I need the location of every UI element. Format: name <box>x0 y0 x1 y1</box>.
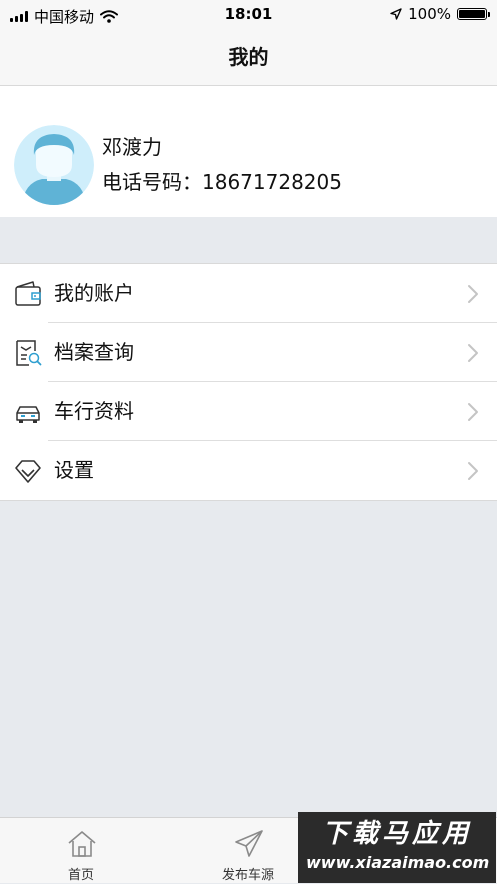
chevron-right-icon <box>468 462 478 480</box>
menu-list: 我的账户 档案查询 车行资料 设置 <box>0 263 497 501</box>
menu-item-account[interactable]: 我的账户 <box>0 264 497 323</box>
menu-item-archive-query[interactable]: 档案查询 <box>0 323 497 382</box>
wallet-icon <box>15 281 41 306</box>
chevron-right-icon <box>468 344 478 362</box>
tab-home[interactable]: 首页 <box>21 818 141 884</box>
avatar <box>14 125 94 205</box>
menu-item-settings[interactable]: 设置 <box>0 441 497 500</box>
phone-number: 18671728205 <box>202 170 342 194</box>
nav-bar: 我的 <box>0 30 497 86</box>
chevron-right-icon <box>468 285 478 303</box>
phone-label: 电话号码： <box>102 170 202 194</box>
menu-item-dealer-info[interactable]: 车行资料 <box>0 382 497 441</box>
status-right-group: 100% <box>390 5 490 23</box>
home-icon <box>68 831 96 857</box>
menu-label-dealer-info: 车行资料 <box>54 399 134 423</box>
profile-card[interactable] <box>0 86 497 217</box>
car-icon <box>16 406 40 423</box>
send-icon <box>235 830 263 857</box>
battery-percent: 100% <box>408 5 451 23</box>
diamond-icon <box>15 460 41 483</box>
location-icon <box>390 8 402 20</box>
profile-phone: 电话号码：18671728205 <box>102 166 342 195</box>
tab-label-publish: 发布车源 <box>221 868 274 883</box>
battery-icon <box>457 8 490 20</box>
file-search-icon <box>16 340 42 366</box>
profile-name: 邓渡力 <box>102 135 162 159</box>
page-title: 我的 <box>228 45 269 69</box>
tab-label-home: 首页 <box>67 868 94 883</box>
menu-label-archive-query: 档案查询 <box>54 340 134 364</box>
tab-publish[interactable]: 发布车源 <box>188 818 308 884</box>
menu-label-settings: 设置 <box>54 458 94 482</box>
watermark: 下载马应用 www.xiazaimao.com <box>298 812 496 883</box>
watermark-url: www.xiazaimao.com <box>306 853 490 872</box>
status-bar: 中国移动 18:01 100% <box>0 0 497 30</box>
chevron-right-icon <box>468 403 478 421</box>
watermark-main: 下载马应用 <box>321 819 472 849</box>
menu-label-account: 我的账户 <box>54 281 134 305</box>
